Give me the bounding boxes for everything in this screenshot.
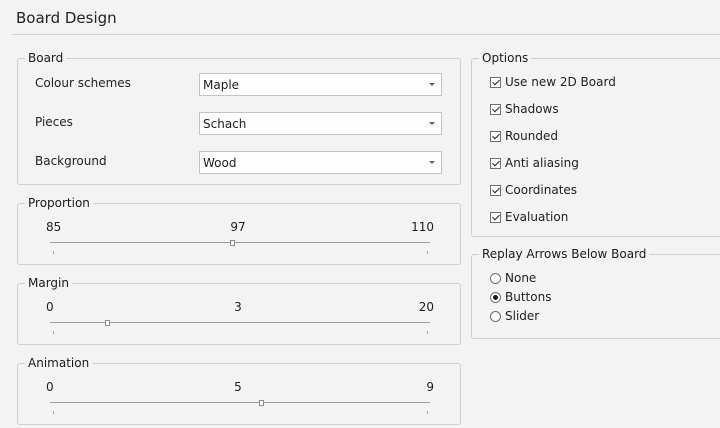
option-label: Use new 2D Board — [505, 75, 616, 89]
radio-icon[interactable] — [490, 291, 501, 303]
animation-min-label: 0 — [46, 380, 54, 394]
radio-label: Buttons — [505, 290, 552, 304]
animation-max-label: 9 — [426, 380, 434, 394]
tick-mark — [53, 411, 54, 414]
checkbox-icon[interactable] — [490, 211, 501, 223]
margin-slider-thumb[interactable] — [105, 320, 110, 326]
checkbox-icon[interactable] — [490, 184, 501, 196]
proportion-slider-thumb[interactable] — [230, 240, 236, 246]
replay-arrows-group: Replay Arrows Below Board None Buttons Sli… — [471, 247, 720, 339]
animation-value-label: 5 — [234, 380, 242, 394]
radio-icon[interactable] — [490, 272, 501, 284]
margin-legend: Margin — [25, 276, 72, 290]
title-divider — [12, 34, 720, 35]
replay-none-radio[interactable]: None — [490, 270, 536, 286]
option-anti-aliasing-checkbox[interactable]: Anti aliasing — [490, 155, 579, 171]
tick-mark — [427, 411, 428, 414]
proportion-slider-track[interactable] — [50, 242, 430, 243]
chevron-down-icon — [429, 83, 435, 86]
background-value: Wood — [203, 156, 237, 170]
option-evaluation-checkbox[interactable]: Evaluation — [490, 209, 568, 225]
option-rounded-checkbox[interactable]: Rounded — [490, 128, 558, 144]
option-label: Shadows — [505, 102, 559, 116]
animation-group: Animation 0 5 9 — [17, 356, 461, 425]
chevron-down-icon — [429, 122, 435, 125]
replay-buttons-radio[interactable]: Buttons — [490, 289, 551, 305]
replay-arrows-legend: Replay Arrows Below Board — [479, 247, 650, 261]
radio-label: Slider — [505, 309, 540, 323]
board-group: Board Colour schemes Maple Pieces Schach… — [17, 51, 461, 185]
proportion-min-label: 85 — [46, 220, 62, 234]
pieces-label: Pieces — [35, 115, 73, 129]
background-dropdown[interactable]: Wood — [199, 151, 442, 174]
radio-icon[interactable] — [490, 310, 501, 322]
margin-value-label: 3 — [234, 300, 242, 314]
colour-schemes-dropdown[interactable]: Maple — [199, 73, 442, 96]
margin-max-label: 20 — [418, 300, 434, 314]
board-legend: Board — [25, 51, 67, 65]
tick-mark — [427, 251, 428, 254]
tick-mark — [427, 331, 428, 334]
tick-mark — [53, 331, 54, 334]
proportion-legend: Proportion — [25, 196, 93, 210]
option-shadows-checkbox[interactable]: Shadows — [490, 101, 559, 117]
radio-label: None — [505, 271, 537, 285]
option-label: Anti aliasing — [505, 156, 579, 170]
options-legend: Options — [479, 51, 532, 65]
options-group: Options Use new 2D Board Shadows Rounded An… — [471, 51, 720, 237]
colour-schemes-label: Colour schemes — [35, 76, 131, 90]
option-use-new-2d-board-checkbox[interactable]: Use new 2D Board — [490, 74, 616, 90]
tick-mark — [53, 251, 54, 254]
chevron-down-icon — [429, 161, 435, 164]
colour-schemes-value: Maple — [203, 78, 240, 92]
background-label: Background — [35, 154, 107, 168]
margin-min-label: 0 — [46, 300, 54, 314]
animation-legend: Animation — [25, 356, 93, 370]
option-coordinates-checkbox[interactable]: Coordinates — [490, 182, 577, 198]
animation-slider-thumb[interactable] — [258, 400, 264, 406]
pieces-value: Schach — [203, 117, 247, 131]
option-label: Rounded — [505, 129, 558, 143]
margin-group: Margin 0 3 20 — [17, 276, 461, 345]
pieces-dropdown[interactable]: Schach — [199, 112, 442, 135]
option-label: Coordinates — [505, 183, 578, 197]
page-title: Board Design — [16, 9, 117, 27]
checkbox-icon[interactable] — [490, 103, 501, 115]
checkbox-icon[interactable] — [490, 76, 501, 88]
proportion-value-label: 97 — [230, 220, 246, 234]
proportion-group: Proportion 85 97 110 — [17, 196, 461, 265]
checkbox-icon[interactable] — [490, 157, 501, 169]
checkbox-icon[interactable] — [490, 130, 501, 142]
proportion-max-label: 110 — [411, 220, 434, 234]
replay-slider-radio[interactable]: Slider — [490, 308, 539, 324]
option-label: Evaluation — [505, 210, 569, 224]
animation-slider-track[interactable] — [50, 402, 430, 403]
